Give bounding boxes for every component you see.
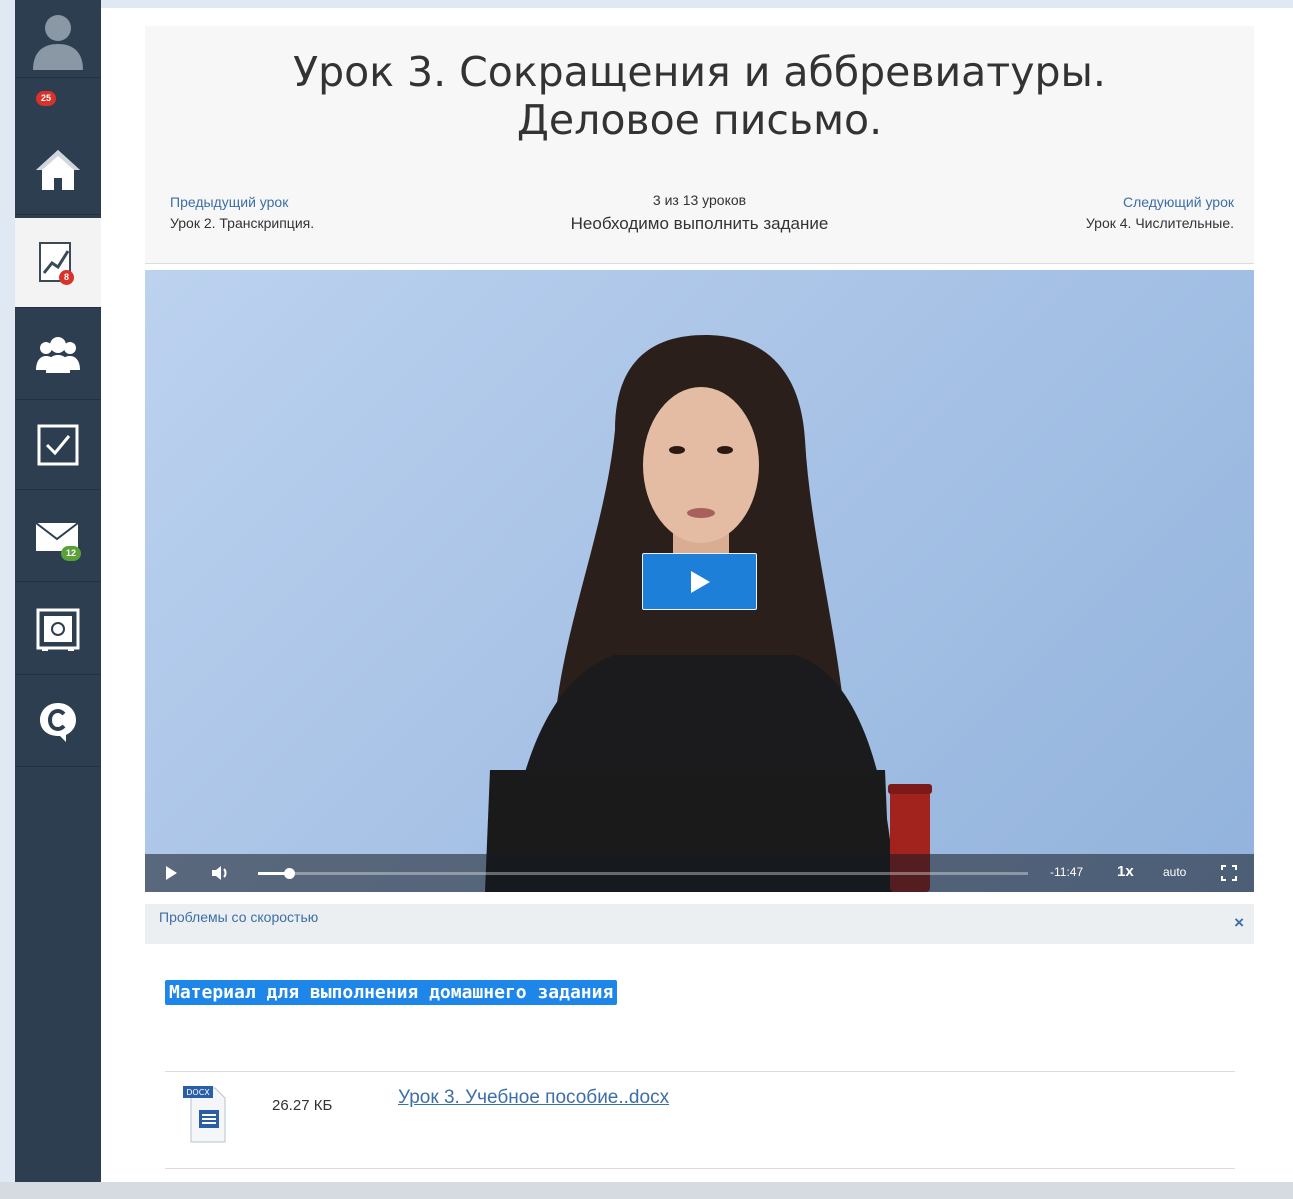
sidebar-item-chat[interactable] — [15, 677, 101, 767]
sidebar: 25 8 12 — [15, 0, 101, 1182]
checkbox-icon — [37, 424, 79, 465]
fullscreen-icon[interactable] — [1221, 865, 1237, 881]
video-controls: -11:47 1x auto — [145, 854, 1254, 892]
sidebar-item-messages[interactable]: 12 — [15, 492, 101, 582]
next-lesson-title: Урок 4. Числительные. — [1085, 215, 1234, 231]
home-icon — [36, 149, 80, 190]
play-icon[interactable] — [165, 866, 178, 880]
volume-icon[interactable] — [211, 865, 231, 881]
safe-icon — [36, 608, 80, 651]
docx-label: DOCX — [186, 1088, 210, 1097]
video-player[interactable]: -11:47 1x auto — [145, 270, 1254, 892]
progress-handle[interactable] — [283, 868, 295, 879]
next-lesson-link[interactable]: Следующий урок Урок 4. Числительные. — [1086, 192, 1234, 234]
attachment-row: DOCX 26.27 КБ Урок 3. Учебное пособие..d… — [165, 1071, 1235, 1169]
progress-bar[interactable] — [258, 868, 1028, 879]
playback-speed-button[interactable]: 1x — [1117, 863, 1134, 880]
messages-badge: 12 — [61, 546, 82, 561]
sidebar-item-home[interactable] — [15, 125, 101, 215]
user-avatar-icon — [33, 14, 83, 70]
file-download-link[interactable]: Урок 3. Учебное пособие..docx — [398, 1087, 669, 1109]
sidebar-item-safe[interactable] — [15, 585, 101, 675]
profile-badge: 25 — [36, 91, 57, 106]
speed-problems-link[interactable]: Проблемы со скоростью — [159, 909, 318, 925]
group-icon — [36, 336, 80, 373]
sidebar-item-profile[interactable]: 25 — [15, 0, 101, 106]
time-remaining: -11:47 — [1050, 865, 1084, 879]
main-panel: Урок 3. Сокращения и аббревиатуры. Делов… — [101, 8, 1293, 1182]
quality-button[interactable]: auto — [1163, 865, 1186, 879]
speed-problems-bar: Проблемы со скоростью × — [145, 904, 1254, 944]
lesson-title: Урок 3. Сокращения и аббревиатуры. Делов… — [293, 48, 1106, 144]
taskbar-strip — [0, 1182, 1293, 1199]
sidebar-item-tasks[interactable] — [15, 400, 101, 490]
chat-c-icon — [40, 702, 76, 742]
file-size: 26.27 КБ — [272, 1097, 333, 1114]
sidebar-item-progress[interactable]: 8 — [15, 218, 101, 308]
docx-file-icon: DOCX — [183, 1086, 226, 1143]
play-icon — [690, 570, 710, 593]
next-lesson-label[interactable]: Следующий урок — [1086, 192, 1234, 213]
big-play-button[interactable] — [642, 553, 757, 610]
lesson-header: Урок 3. Сокращения и аббревиатуры. Делов… — [145, 26, 1254, 264]
close-icon[interactable]: × — [1234, 913, 1244, 933]
homework-title: Материал для выполнения домашнего задани… — [165, 980, 618, 1005]
sidebar-item-community[interactable] — [15, 310, 101, 400]
progress-badge: 8 — [59, 270, 75, 285]
